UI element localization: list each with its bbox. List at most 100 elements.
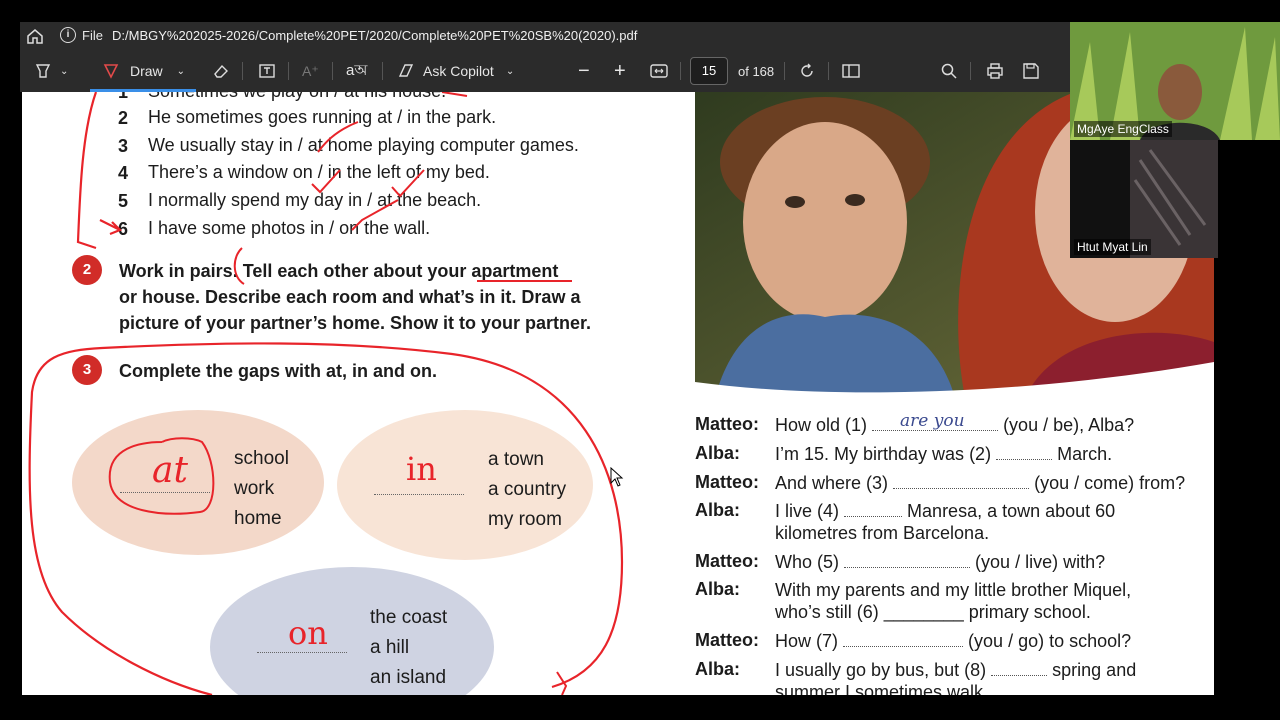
divider	[970, 62, 971, 80]
zoom-in-button[interactable]: +	[614, 50, 626, 92]
speaker: Matteo:	[695, 472, 759, 492]
search-button[interactable]	[940, 50, 958, 92]
speaker: Alba:	[695, 443, 740, 463]
text: How old (1)	[775, 415, 868, 435]
divider	[828, 62, 829, 80]
rotate-icon	[801, 63, 813, 77]
chevron-down-icon: ⌄	[176, 65, 186, 77]
text: spring and	[1052, 660, 1137, 680]
speaker: Alba:	[695, 659, 740, 679]
copilot-icon	[398, 64, 414, 77]
text: With my parents and my little brother Mi…	[775, 580, 1132, 600]
search-icon	[941, 63, 957, 79]
file-path[interactable]: D:/MBGY%202025-2026/Complete%20PET/2020/…	[112, 28, 637, 43]
text: Who (5)	[775, 552, 840, 572]
chevron-down-icon: ⌄	[505, 65, 515, 77]
zoom-out-button[interactable]: −	[578, 50, 590, 92]
home-icon[interactable]	[24, 25, 46, 47]
speaker: Matteo:	[695, 414, 759, 434]
eraser-icon	[214, 64, 228, 78]
draw-icon	[103, 64, 119, 79]
chevron-down-icon: ⌄	[60, 65, 69, 77]
answer-gap[interactable]	[843, 632, 964, 647]
participant-name: Htut Myat Lin	[1074, 239, 1151, 255]
ask-copilot-button[interactable]: Ask Copilot ⌄	[396, 50, 514, 92]
participant-name: MgAye EngClass	[1074, 121, 1172, 137]
answer-gap[interactable]	[996, 445, 1053, 460]
answer-gap[interactable]	[844, 502, 903, 517]
answer-gap[interactable]: are you	[872, 411, 999, 431]
highlight-button[interactable]: ⌄	[34, 50, 68, 92]
page-total: of 168	[738, 63, 775, 79]
address-bar: i File D:/MBGY%202025-2026/Complete%20PE…	[20, 22, 1070, 50]
text: kilometres from Barcelona.	[775, 523, 990, 543]
save-icon	[1023, 63, 1039, 79]
read-aloud-button[interactable]: A⁺	[302, 50, 319, 92]
text-box-icon	[259, 64, 275, 78]
dialogue-line: How old (1) are you (you / be), Alba?	[775, 411, 1135, 436]
text: March.	[1057, 444, 1113, 464]
divider	[382, 62, 383, 80]
info-icon[interactable]: i	[60, 27, 76, 43]
dialogue-line: Who (5) (you / live) with?	[775, 551, 1105, 573]
text: who’s still (6) ________ primary school.	[775, 602, 1091, 622]
rotate-button[interactable]	[798, 50, 816, 92]
text: Manresa, a town about 60	[907, 501, 1116, 521]
text: I’m 15. My birthday was (2)	[775, 444, 992, 464]
answer-gap[interactable]	[844, 553, 971, 568]
dialogue-line: And where (3) (you / come) from?	[775, 472, 1185, 494]
page-number-input[interactable]: 15	[690, 57, 728, 85]
speaker: Matteo:	[695, 630, 759, 650]
text: I usually go by bus, but (8)	[775, 660, 987, 680]
eraser-button[interactable]	[212, 50, 230, 92]
text-box-button[interactable]	[258, 50, 276, 92]
ask-copilot-label: Ask Copilot	[423, 63, 494, 79]
answer-gap[interactable]	[893, 474, 1030, 489]
pen-annotations	[28, 92, 624, 695]
draw-label: Draw	[130, 63, 163, 79]
text: (you / live) with?	[975, 552, 1106, 572]
dialogue-line: I’m 15. My birthday was (2) March.	[775, 443, 1112, 465]
text: How (7)	[775, 631, 839, 651]
divider	[288, 62, 289, 80]
participant-video-tile[interactable]: Htut Myat Lin	[1070, 140, 1218, 258]
text: And where (3)	[775, 473, 889, 493]
save-button[interactable]	[1022, 50, 1040, 92]
page-view-button[interactable]	[842, 50, 860, 92]
dialogue-line: I live (4) Manresa, a town about 60 kilo…	[775, 500, 1115, 544]
translate-icon: aঅ	[346, 61, 368, 79]
participant-video-tile[interactable]: MgAye EngClass	[1070, 22, 1280, 140]
text: I live (4)	[775, 501, 840, 521]
read-aloud-icon: A⁺	[302, 62, 319, 79]
draw-button[interactable]: Draw ⌄	[90, 50, 196, 92]
fit-page-icon	[650, 64, 668, 78]
divider	[242, 62, 243, 80]
text: (you / go) to school?	[968, 631, 1132, 651]
text: (you / be), Alba?	[1003, 415, 1135, 435]
zoom-in-icon: +	[614, 59, 626, 82]
page-view-icon	[842, 64, 860, 78]
dialogue-line: With my parents and my little brother Mi…	[775, 579, 1131, 623]
divider	[332, 62, 333, 80]
speaker: Alba:	[695, 500, 740, 520]
translate-button[interactable]: aঅ	[346, 50, 367, 92]
zoom-out-icon: −	[578, 59, 590, 82]
divider	[680, 62, 681, 80]
speaker: Alba:	[695, 579, 740, 599]
window-gutter	[1214, 92, 1280, 695]
dialogue-line: I usually go by bus, but (8) spring and …	[775, 659, 1136, 695]
print-icon	[987, 63, 1003, 79]
answer-gap[interactable]	[991, 661, 1048, 676]
text: (you / come) from?	[1034, 473, 1186, 493]
print-button[interactable]	[986, 50, 1004, 92]
text: summer I sometimes walk.	[775, 682, 989, 695]
speaker: Matteo:	[695, 551, 759, 571]
file-label: File	[82, 28, 103, 43]
pdf-toolbar: ⌄ Draw ⌄ A⁺ aঅ Ask Copilot ⌄ − + 15 of 1…	[20, 50, 1070, 92]
divider	[784, 62, 785, 80]
fit-page-button[interactable]	[650, 50, 668, 92]
mouse-cursor-icon	[610, 467, 624, 487]
dialogue-line: How (7) (you / go) to school?	[775, 630, 1131, 652]
highlight-icon	[35, 64, 51, 78]
handwritten-answer: are you	[900, 411, 965, 431]
